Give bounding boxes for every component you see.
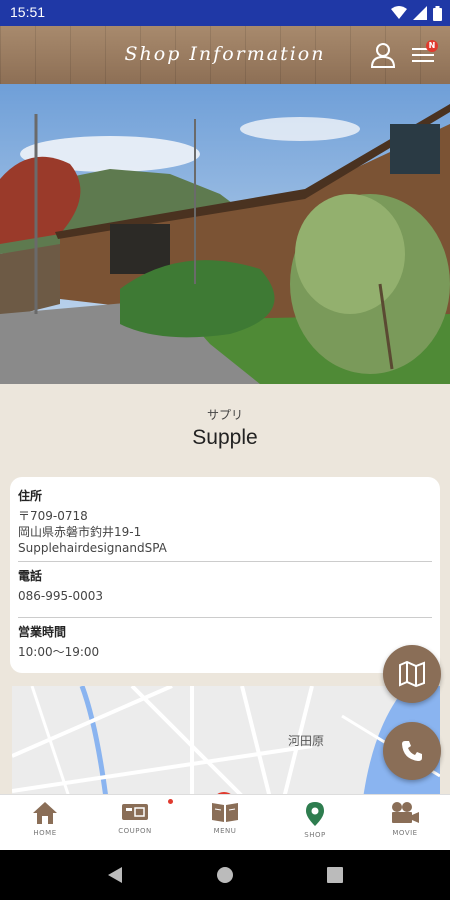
shop-map[interactable]: 河田原: [12, 686, 440, 794]
divider: [18, 561, 432, 562]
user-icon: [370, 43, 396, 68]
tab-shop[interactable]: SHOP: [270, 795, 360, 850]
recents-icon[interactable]: [327, 867, 344, 883]
open-map-button[interactable]: [383, 645, 441, 703]
user-button[interactable]: [366, 38, 400, 72]
battery-icon: [433, 5, 442, 21]
menu-button[interactable]: N: [406, 38, 440, 72]
tab-coupon[interactable]: COUPON: [90, 795, 180, 850]
home-icon: [33, 802, 57, 824]
coupon-icon: [122, 804, 148, 820]
shop-name-kana: サプリ: [206, 408, 243, 422]
phone-icon: [402, 741, 422, 761]
shop-info-section: サプリ Supple 住所 〒709-0718 岡山県赤磐市釣井19-1 Sup…: [0, 384, 450, 794]
wifi-icon: [391, 6, 407, 19]
tab-menu[interactable]: MENU: [180, 795, 270, 850]
call-button[interactable]: [383, 722, 441, 780]
map-pin-icon: [306, 802, 324, 826]
tab-movie-label: MOVIE: [392, 829, 418, 837]
app-header: Shop Information N: [0, 26, 450, 84]
status-icons: [391, 4, 442, 22]
divider: [18, 617, 432, 618]
menu-book-icon: [212, 803, 238, 822]
tab-menu-label: MENU: [213, 827, 237, 835]
status-time: 15:51: [10, 4, 46, 20]
movie-camera-icon: [392, 802, 419, 823]
new-dot-indicator: [168, 799, 173, 804]
tab-home-label: HOME: [33, 829, 57, 837]
home-circle-icon[interactable]: [216, 866, 234, 884]
status-bar: 15:51: [0, 0, 450, 26]
info-card: 住所 〒709-0718 岡山県赤磐市釣井19-1 Supplehairdesi…: [10, 477, 440, 673]
back-icon[interactable]: [107, 866, 123, 884]
system-navigation-bar: [0, 850, 450, 900]
shop-fullname: SupplehairdesignandSPA: [18, 541, 167, 555]
notification-badge: N: [426, 40, 438, 52]
map-place-label: 河田原: [288, 734, 325, 748]
address-line: 岡山県赤磐市釣井19-1: [18, 525, 142, 539]
tab-shop-label: SHOP: [304, 831, 326, 839]
shop-name: Supple: [192, 426, 258, 449]
hours-section: 営業時間 10:00〜19:00: [18, 623, 432, 660]
tab-home[interactable]: HOME: [0, 795, 90, 850]
shop-photo: [0, 84, 450, 384]
phone-number[interactable]: 086-995-0003: [18, 588, 432, 604]
address-label: 住所: [18, 489, 43, 503]
phone-section: 電話 086-995-0003: [18, 567, 432, 604]
bottom-tab-bar: HOME COUPON MENU SHOP MOVIE: [0, 794, 450, 850]
tab-movie[interactable]: MOVIE: [360, 795, 450, 850]
hours-label: 営業時間: [18, 625, 67, 639]
phone-label: 電話: [18, 569, 43, 583]
address-section: 住所 〒709-0718 岡山県赤磐市釣井19-1 Supplehairdesi…: [18, 487, 432, 556]
tab-coupon-label: COUPON: [118, 827, 152, 835]
map-icon: [399, 661, 425, 687]
postal-code: 〒709-0718: [18, 509, 88, 523]
signal-icon: [413, 6, 427, 20]
business-hours: 10:00〜19:00: [18, 645, 100, 659]
